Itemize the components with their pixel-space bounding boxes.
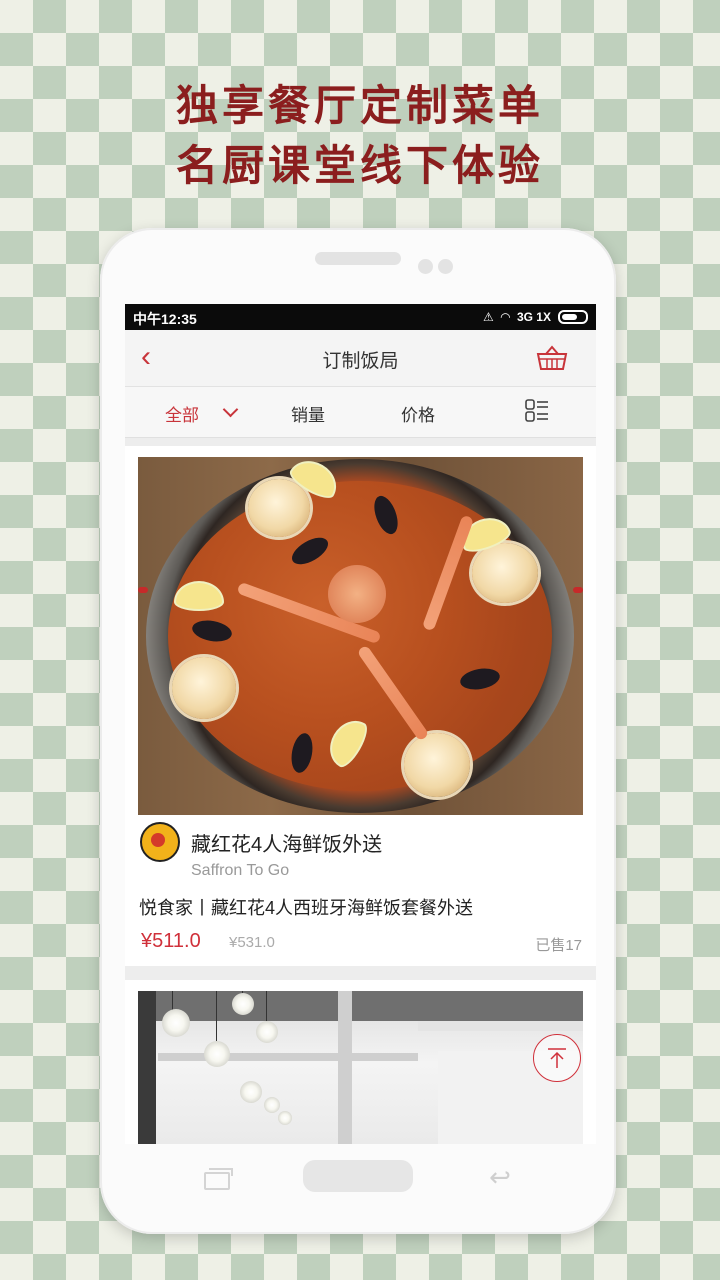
lamp-bulb [204,1041,230,1067]
shop-name[interactable]: Saffron To Go [191,862,289,880]
dish-description: 悦食家丨藏红花4人西班牙海鲜饭套餐外送 [139,898,474,918]
window-frame [138,991,156,1144]
chevron-down-icon[interactable] [222,401,239,418]
paella-photo[interactable] [138,457,583,815]
lamp-bulb [162,1009,190,1037]
beam [418,1021,583,1031]
lamp-bulb [256,1021,278,1043]
beam [158,1053,418,1061]
ceiling [138,991,583,1021]
sold-count: 已售17 [535,937,582,954]
lamp-bulb [264,1097,280,1113]
home-button[interactable] [303,1160,413,1192]
wifi-icon: ◠ [500,310,510,324]
restaurant-photo[interactable] [138,991,583,1144]
promo-headline-2: 名厨课堂线下体验 [175,141,544,190]
lamp-wire [172,991,173,1011]
shop-logo [140,822,180,862]
lamp-bulb [240,1081,262,1103]
dish-name[interactable]: 藏红花4人海鲜饭外送 [191,828,382,857]
lamp-wire [266,991,267,1021]
battery-icon [558,310,588,324]
page-title: 订制饭局 [322,351,399,372]
pan-handle [138,587,148,593]
current-price: ¥511.0 [141,930,201,952]
product-card[interactable]: 藏红花4人海鲜饭外送 Saffron To Go 悦食家丨藏红花4人西班牙海鲜饭… [125,446,596,966]
title-bar: ‹ 订制饭局 [125,330,596,387]
original-price: ¥531.0 [229,934,275,951]
scallop [248,479,310,537]
phone-camera [438,259,453,274]
scroll-top-icon [548,1048,566,1068]
phone-sensor [418,259,433,274]
scallop [472,543,538,603]
recent-apps-icon[interactable] [204,1168,233,1190]
status-time: 中午12:35 [133,311,197,327]
status-bar: 中午12:35 ⚠ ◠ 3G 1X [125,304,596,330]
network-indicator: 3G 1X [516,310,551,324]
system-back-icon[interactable]: ↩ [480,1162,520,1192]
filter-bar: 全部 销量 价格 [125,387,596,438]
filter-all[interactable]: 全部 [165,401,199,426]
basket-icon[interactable] [536,344,568,372]
filter-price[interactable]: 价格 [401,401,435,426]
scallop [404,733,470,797]
product-card[interactable] [125,980,596,1144]
scroll-top-button[interactable] [533,1034,581,1082]
promo-headline-1: 独享餐厅定制菜单 [175,81,544,130]
filter-sales[interactable]: 销量 [291,401,325,426]
phone-speaker [315,252,401,265]
scallop [172,657,236,719]
pan-handle [573,587,583,593]
list-view-icon[interactable] [525,399,549,423]
lamp-wire [216,991,217,1041]
lamp-bulb [278,1111,292,1125]
lamp-bulb [232,993,254,1015]
pillar [338,991,352,1144]
alarm-icon: ⚠ [482,310,494,324]
app-screen: 中午12:35 ⚠ ◠ 3G 1X ‹ 订制饭局 全部 销量 价格 藏红花4人海… [125,304,596,1144]
clam-shell [328,565,386,623]
